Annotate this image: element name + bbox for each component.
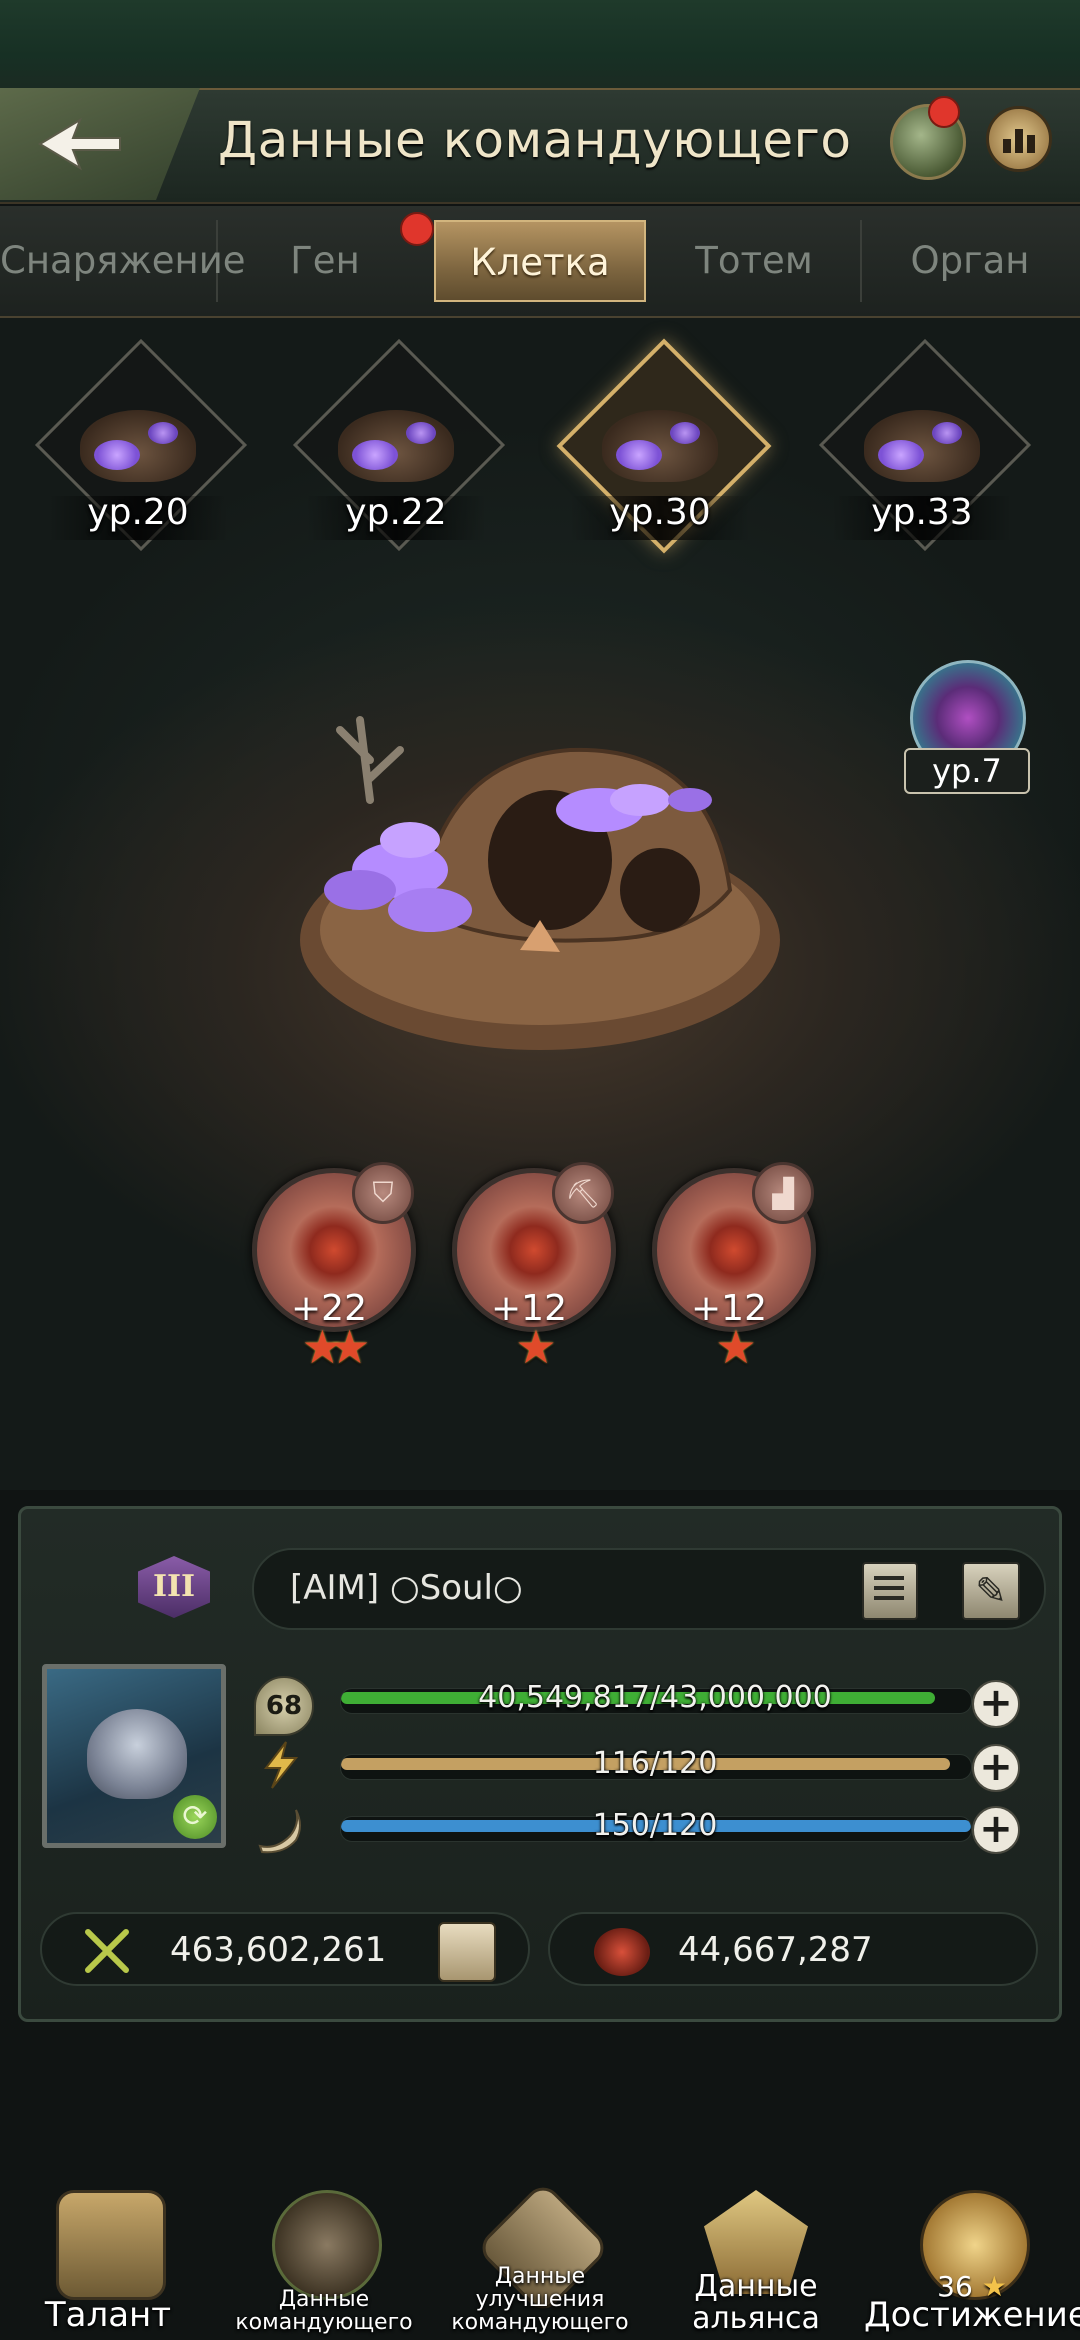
tab-bar: Снаряжение Ген Клетка Тотем Орган [0,206,1080,318]
tab-cell[interactable]: Клетка [434,220,646,302]
cell-slot-4[interactable]: ур.33 [814,338,1032,552]
ranking-icon[interactable] [986,106,1052,172]
cell-level: ур.20 [87,492,189,533]
tab-equipment[interactable]: Снаряжение [0,220,246,302]
cell-level: ур.30 [609,492,711,533]
nav-upgrade-data[interactable]: Данные улучшения командующего [432,2180,648,2340]
orb-upgrade[interactable]: ур.7 [900,660,1030,794]
page-title: Данные командующего [218,111,852,169]
ant-commander-icon [87,1709,187,1799]
nav-achievement[interactable]: 36 ★ Достижение [864,2180,1080,2340]
commander-level-badge: 68 [254,1676,314,1736]
cell-bonus-gather[interactable]: ⛏ +12 ★ [452,1162,616,1388]
bonus-stars: ★ [715,1320,756,1374]
energy-value: 116/120 [592,1746,718,1781]
tab-totem[interactable]: Тотем [648,220,862,302]
cell-level: ур.22 [345,492,447,533]
add-horn-button[interactable]: + [972,1806,1020,1854]
nav-achievement-label: Достижение [864,2295,1080,2336]
swap-avatar-icon[interactable]: ⟳ [173,1795,217,1839]
back-arrow-icon [38,117,121,171]
nav-upgrade-data-label: Данные улучшения командующего [451,2263,629,2335]
power-history-icon[interactable] [438,1922,496,1982]
mushroom-cave-illustration [300,716,780,1050]
commander-avatar[interactable]: ⟳ [42,1664,226,1848]
notification-dot [400,212,434,246]
orb-level: ур.7 [904,748,1030,794]
top-banner [0,0,1080,92]
horn-icon [258,1809,301,1854]
cell-bonus-defense[interactable]: ⛉ +22 ★★ [252,1162,416,1388]
mushroom-cave-icon [602,410,718,482]
kill-ant-icon [594,1928,650,1976]
bonus-stars: ★★ [301,1320,370,1374]
add-energy-button[interactable]: + [972,1744,1020,1792]
exp-value: 40,549,817/43,000,000 [478,1680,832,1715]
crossed-swords-icon [85,1929,129,1973]
commander-ant-icon [272,2190,382,2300]
bonus-stars: ★ [515,1320,556,1374]
nav-alliance-data[interactable]: Данные альянса [648,2180,864,2340]
nav-commander-data-label: Данные командующего [235,2286,413,2335]
horn-value: 150/120 [592,1808,718,1843]
commander-name: [AIM] ○Soul○ [290,1568,523,1608]
tab-organ[interactable]: Орган [862,220,1078,302]
nav-alliance-data-label: Данные альянса [692,2269,820,2336]
edit-name-button[interactable]: ✎ [962,1562,1020,1620]
boot-icon: ▟ [752,1162,814,1224]
kills-value: 44,667,287 [678,1930,873,1970]
nav-commander-data[interactable]: Данные командующего [216,2180,432,2340]
lightning-energy-icon [263,1741,299,1789]
crown-icon [56,2190,166,2300]
mushroom-cave-icon [80,410,196,482]
cell-level: ур.33 [871,492,973,533]
notification-dot [928,96,960,128]
shield-icon: ⛉ [352,1162,414,1224]
pickaxe-icon: ⛏ [552,1162,614,1224]
mushroom-cave-icon [338,410,454,482]
details-document-button[interactable] [862,1562,918,1620]
mushroom-cave-icon [864,410,980,482]
nav-talent[interactable]: Талант [0,2180,216,2340]
cell-slot-1[interactable]: ур.20 [30,338,248,552]
cell-slot-2[interactable]: ур.22 [288,338,506,552]
power-value: 463,602,261 [170,1930,387,1970]
cell-bonus-march[interactable]: ▟ +12 ★ [652,1162,816,1388]
nav-talent-label: Талант [44,2295,172,2336]
cell-slot-3-selected[interactable]: ур.30 [552,338,772,554]
add-exp-button[interactable]: + [972,1680,1020,1728]
